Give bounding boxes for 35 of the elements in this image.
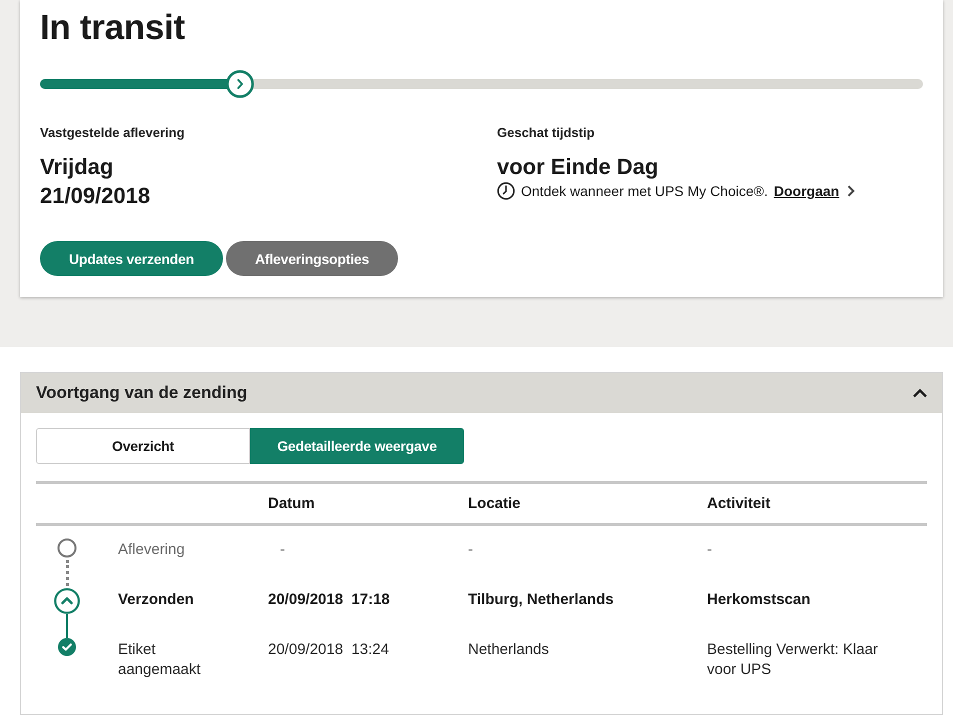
activity-cell-text: - (707, 540, 713, 560)
chevron-up-icon (54, 588, 80, 614)
column-header: Datum (268, 495, 316, 512)
date-cell-text: 20/09/2018 17:18 (268, 590, 391, 610)
status-cell-text: Aflevering (118, 540, 186, 560)
activity-cell-text: Bestelling Verwerkt: Klaar voor UPS (707, 640, 879, 680)
clock-icon (497, 182, 515, 200)
view-tab[interactable]: Gedetailleerde weergave (250, 428, 464, 464)
activity-cell-text: Herkomstscan (707, 590, 812, 610)
estimate-label: Geschat tijdstip (497, 124, 596, 142)
date-cell-text: 20/09/2018 13:24 (268, 640, 390, 660)
circle-icon (57, 538, 77, 558)
location-cell-text: Netherlands (468, 640, 550, 660)
estimate-value: voor Einde Dag (497, 153, 660, 181)
date-cell-text: - (279, 540, 286, 560)
status-title: In transit (40, 8, 186, 48)
note-text: Ontdek wanneer met UPS My Choice®. (521, 182, 768, 201)
delivery-options-button[interactable]: Afleveringsopties (226, 241, 398, 276)
column-header: Activiteit (707, 495, 772, 512)
send-updates-button[interactable]: Updates verzenden (40, 241, 223, 276)
timeline-line (66, 614, 68, 638)
column-header: Locatie (468, 495, 522, 512)
delivery-date: 21/09/2018 (40, 182, 152, 210)
delivery-label: Vastgestelde aflevering (40, 124, 186, 142)
status-cell-text: Etiket aangemaakt (118, 640, 202, 680)
location-cell-text: Tilburg, Netherlands (468, 590, 615, 610)
view-tab[interactable]: Overzicht (36, 428, 250, 464)
status-cell-text: Verzonden (118, 590, 195, 610)
continue-link[interactable]: Doorgaan (774, 181, 840, 201)
chevron-right-icon[interactable] (847, 185, 856, 197)
panel-title: Voortgang van de zending (36, 383, 248, 403)
location-cell-text: - (468, 540, 474, 560)
chevron-up-icon[interactable] (912, 388, 928, 398)
check-circle-icon (58, 638, 76, 656)
delivery-day: Vrijdag (40, 152, 497, 181)
